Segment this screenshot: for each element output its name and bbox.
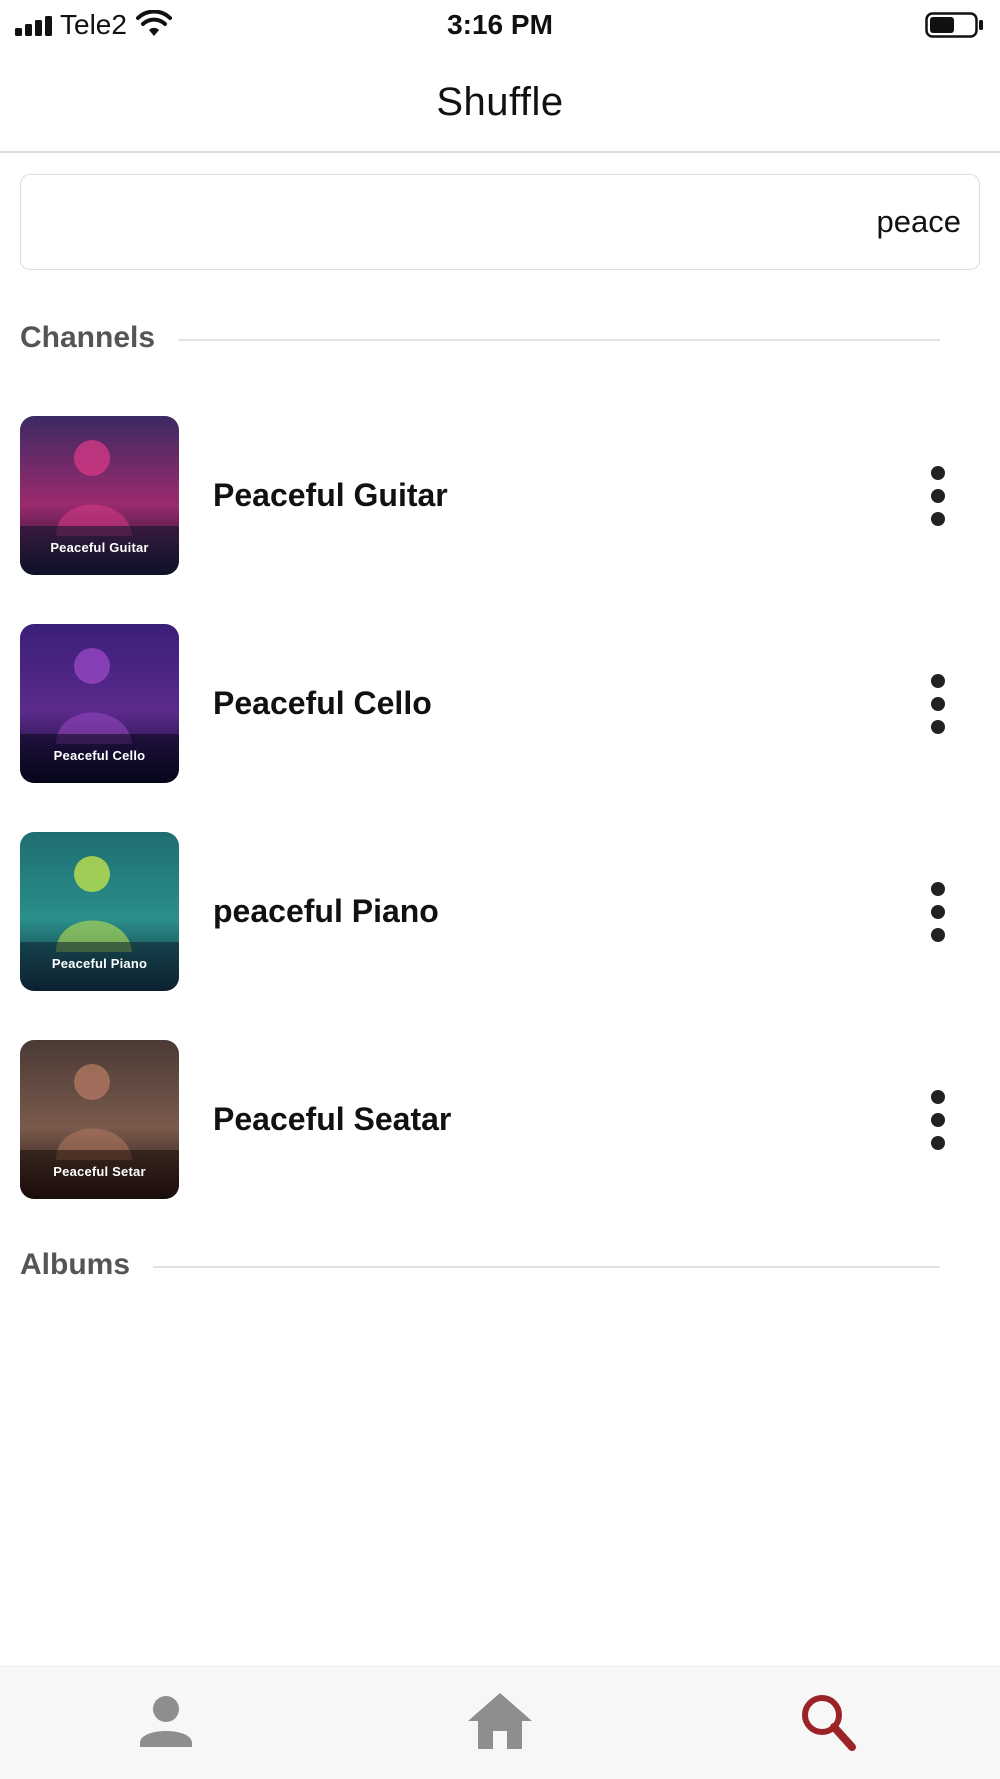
app-header: Shuffle xyxy=(0,50,1000,153)
channel-title[interactable]: Peaceful Cello xyxy=(213,682,432,724)
channel-thumbnail[interactable]: Peaceful Cello xyxy=(20,624,179,783)
channel-row[interactable]: Peaceful Setar Peaceful Seatar xyxy=(0,1040,1000,1200)
more-options-dot xyxy=(931,905,945,919)
thumbnail-caption: Peaceful Piano xyxy=(51,956,148,971)
more-options-icon[interactable] xyxy=(912,882,964,942)
person-icon xyxy=(140,1696,192,1747)
more-options-dot xyxy=(931,512,945,526)
search-input[interactable] xyxy=(21,175,979,269)
search-box[interactable] xyxy=(20,174,980,270)
channel-row[interactable]: Peaceful Guitar Peaceful Guitar xyxy=(0,416,1000,576)
channel-row[interactable]: Peaceful Cello Peaceful Cello xyxy=(0,624,1000,784)
battery-level-fill xyxy=(930,17,954,33)
albums-section-header: Albums xyxy=(20,1245,940,1285)
nav-home[interactable] xyxy=(460,1687,540,1757)
more-options-dot xyxy=(931,674,945,688)
status-time: 3:16 PM xyxy=(447,9,553,40)
more-options-dot xyxy=(931,489,945,503)
more-options-icon[interactable] xyxy=(912,674,964,734)
section-divider xyxy=(178,339,940,341)
more-options-dot xyxy=(931,1113,945,1127)
more-options-icon[interactable] xyxy=(912,1090,964,1150)
channels-section-header: Channels xyxy=(20,318,940,358)
thumbnail-caption: Peaceful Setar xyxy=(53,1164,146,1179)
home-icon xyxy=(468,1693,532,1749)
channel-thumbnail[interactable]: Peaceful Guitar xyxy=(20,416,179,575)
channels-section-title: Channels xyxy=(20,318,176,358)
page-title: Shuffle xyxy=(436,80,564,124)
battery-icon xyxy=(925,12,983,38)
channel-title[interactable]: peaceful Piano xyxy=(213,890,439,932)
more-options-dot xyxy=(931,1136,945,1150)
section-divider xyxy=(153,1266,940,1268)
more-options-dot xyxy=(931,720,945,734)
more-options-dot xyxy=(931,697,945,711)
albums-section-title: Albums xyxy=(20,1245,151,1285)
channel-thumbnail[interactable]: Peaceful Setar xyxy=(20,1040,179,1199)
nav-profile[interactable] xyxy=(126,1687,206,1757)
search-icon xyxy=(802,1695,856,1751)
nav-search[interactable] xyxy=(790,1687,870,1757)
status-bar: Tele2 3:16 PM xyxy=(0,0,1000,50)
more-options-icon[interactable] xyxy=(912,466,964,526)
thumbnail-caption: Peaceful Cello xyxy=(53,748,146,763)
channel-title[interactable]: Peaceful Seatar xyxy=(213,1098,451,1140)
more-options-dot xyxy=(931,466,945,480)
bottom-navigation xyxy=(0,1666,1000,1779)
more-options-dot xyxy=(931,882,945,896)
channel-title[interactable]: Peaceful Guitar xyxy=(213,474,448,516)
more-options-dot xyxy=(931,928,945,942)
thumbnail-caption: Peaceful Guitar xyxy=(50,540,149,555)
more-options-dot xyxy=(931,1090,945,1104)
channel-thumbnail[interactable]: Peaceful Piano xyxy=(20,832,179,991)
channel-row[interactable]: Peaceful Piano peaceful Piano xyxy=(0,832,1000,992)
